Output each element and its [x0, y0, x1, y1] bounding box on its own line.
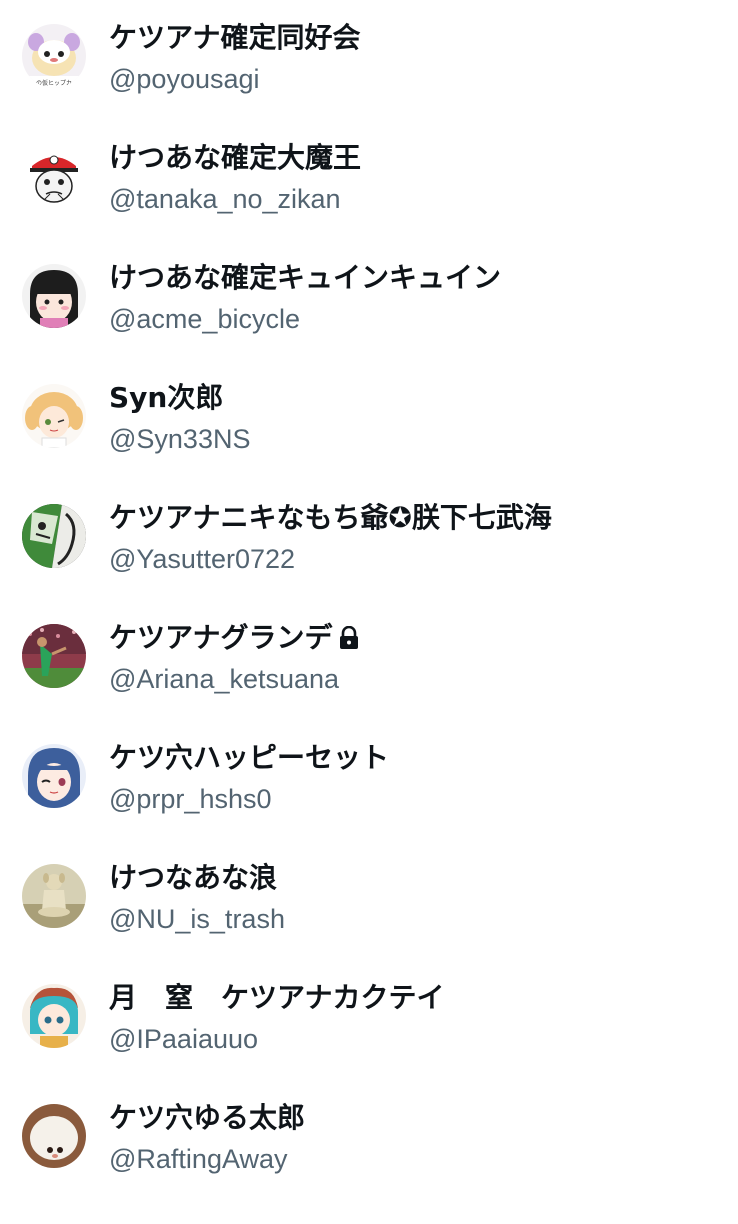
lock-icon: [338, 623, 360, 659]
list-item[interactable]: けつあな確定大魔王 @tanaka_no_zikan: [0, 141, 738, 264]
avatar[interactable]: [22, 264, 86, 328]
blonde-girl-avatar-image: [22, 384, 86, 448]
list-item[interactable]: ケツ穴ゆる太郎 @RaftingAway: [0, 1101, 738, 1224]
mochi-creature-avatar-image: [22, 1104, 86, 1168]
user-handle[interactable]: @acme_bicycle: [109, 302, 300, 336]
avatar[interactable]: [22, 624, 86, 688]
display-name-text: ケツアナグランデ: [109, 621, 333, 654]
list-item[interactable]: ケツアナグランデ @Ariana_ketsuana: [0, 621, 738, 744]
list-item[interactable]: ケツ穴ハッピーセット @prpr_hshs0: [0, 741, 738, 864]
avatar[interactable]: [22, 504, 86, 568]
avatar-caption: の仮ヒップカ: [36, 79, 72, 87]
user-handle[interactable]: @RaftingAway: [109, 1142, 288, 1176]
meditating-dog-avatar-image: [22, 864, 86, 928]
display-name[interactable]: ケツアナグランデ: [109, 620, 360, 659]
user-list: の仮ヒップカ ケツアナ確定同好会 @poyousagi けつあな確定大魔王 @t…: [0, 0, 738, 1200]
list-item[interactable]: ケツアナニキなもち爺✪朕下七武海 @Yasutter0722: [0, 501, 738, 624]
avatar[interactable]: [22, 744, 86, 808]
display-name[interactable]: Syn次郎: [109, 380, 223, 416]
capped-face-avatar-image: [22, 144, 86, 208]
display-name[interactable]: ケツアナ確定同好会: [109, 20, 360, 56]
avatar[interactable]: の仮ヒップカ: [22, 24, 86, 88]
user-handle[interactable]: @Syn33NS: [109, 422, 250, 456]
teal-hair-avatar-image: [22, 984, 86, 1048]
avatar[interactable]: [22, 864, 86, 928]
display-name[interactable]: けつあな確定キュインキュイン: [109, 260, 501, 296]
user-handle[interactable]: @Ariana_ketsuana: [109, 662, 339, 696]
list-item[interactable]: Syn次郎 @Syn33NS: [0, 381, 738, 504]
display-name[interactable]: ケツ穴ハッピーセット: [109, 740, 389, 776]
display-name[interactable]: ケツアナニキなもち爺✪朕下七武海: [109, 500, 552, 536]
hamster-avatar-image: の仮ヒップカ: [22, 24, 86, 88]
display-name[interactable]: けつなあな浪: [109, 860, 277, 896]
list-item[interactable]: けつなあな浪 @NU_is_trash: [0, 861, 738, 984]
user-handle[interactable]: @poyousagi: [109, 62, 260, 96]
display-name[interactable]: 月 窒 ケツアナカクテイ: [109, 980, 444, 1016]
avatar[interactable]: [22, 144, 86, 208]
user-handle[interactable]: @IPaaiauuo: [109, 1022, 258, 1056]
user-handle[interactable]: @NU_is_trash: [109, 902, 285, 936]
bob-hair-girl-avatar-image: [22, 264, 86, 328]
user-handle[interactable]: @prpr_hshs0: [109, 782, 272, 816]
stadium-avatar-image: [22, 624, 86, 688]
avatar[interactable]: [22, 1104, 86, 1168]
list-item[interactable]: の仮ヒップカ ケツアナ確定同好会 @poyousagi: [0, 21, 738, 144]
user-handle[interactable]: @Yasutter0722: [109, 542, 295, 576]
avatar[interactable]: [22, 984, 86, 1048]
display-name[interactable]: けつあな確定大魔王: [109, 140, 361, 176]
avatar[interactable]: [22, 384, 86, 448]
user-handle[interactable]: @tanaka_no_zikan: [109, 182, 341, 216]
manga-panel-avatar-image: [22, 504, 86, 568]
list-item[interactable]: 月 窒 ケツアナカクテイ @IPaaiauuo: [0, 981, 738, 1104]
winking-girl-avatar-image: [22, 744, 86, 808]
list-item[interactable]: けつあな確定キュインキュイン @acme_bicycle: [0, 261, 738, 384]
display-name[interactable]: ケツ穴ゆる太郎: [109, 1100, 305, 1136]
